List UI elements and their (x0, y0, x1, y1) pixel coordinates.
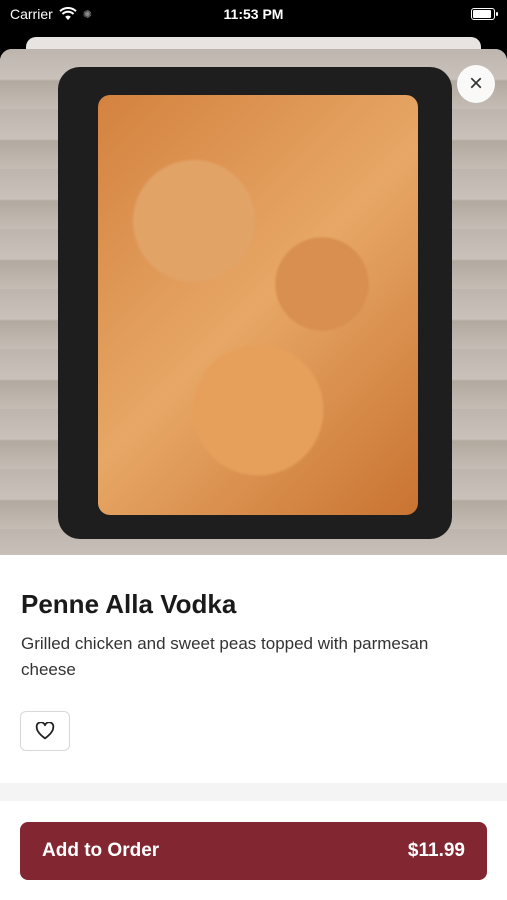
item-detail-sheet: × Penne Alla Vodka Grilled chicken and s… (0, 49, 507, 900)
item-title: Penne Alla Vodka (21, 589, 237, 619)
add-to-order-button[interactable]: Add to Order $11.99 (20, 822, 487, 880)
price-label: $11.99 (407, 840, 465, 861)
close-icon: × (468, 70, 483, 97)
section-divider (0, 783, 507, 801)
food-tray (58, 67, 452, 539)
item-photo (0, 49, 507, 555)
item-description: Grilled chicken and sweet peas topped wi… (21, 634, 429, 679)
status-time: 11:53 PM (223, 6, 284, 22)
favorite-button[interactable] (20, 711, 70, 751)
heart-icon (35, 722, 55, 740)
close-button[interactable]: × (457, 65, 495, 103)
add-to-order-label: Add to Order (42, 840, 160, 861)
pasta (98, 95, 418, 515)
battery-icon (471, 8, 498, 20)
status-bar: Carrier ✺ 11:53 PM (0, 0, 507, 30)
